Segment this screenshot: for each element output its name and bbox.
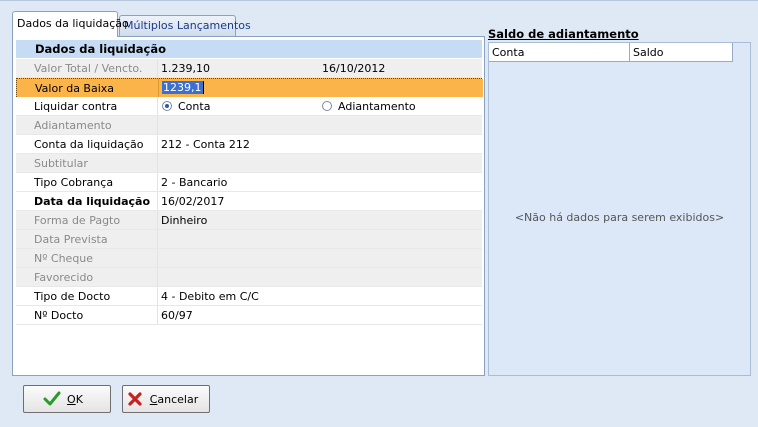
row-subtitular: Subtitular xyxy=(16,154,482,173)
field-label: Nº Docto xyxy=(34,309,84,322)
x-icon xyxy=(128,392,142,406)
row-tipo-docto[interactable]: Tipo de Docto 4 - Debito em C/C xyxy=(16,287,482,306)
valor-baixa-input[interactable]: 1239,1 xyxy=(158,79,483,97)
liquidar-contra-options: Conta Adiantamento xyxy=(157,97,482,115)
field-label: Valor da Baixa xyxy=(17,79,158,97)
radio-conta[interactable]: Conta xyxy=(162,100,210,113)
grid-header: Conta Saldo xyxy=(489,43,733,62)
vencto-date: 16/10/2012 xyxy=(322,62,386,75)
empty-message: <Não há dados para serem exibidos> xyxy=(514,211,725,224)
column-header-conta[interactable]: Conta xyxy=(489,43,630,61)
row-valor-baixa[interactable]: Valor da Baixa 1239,1 xyxy=(16,78,483,97)
tab-label: Múltiplos Lançamentos xyxy=(124,19,251,32)
conta-liquidacao-input[interactable]: 212 - Conta 212 xyxy=(157,135,482,153)
subtitular-input xyxy=(157,154,482,172)
valor-total-amount: 1.239,10 xyxy=(161,62,210,75)
tab-dados-liquidacao[interactable]: Dados da liquidação xyxy=(12,11,129,37)
tab-multiplos-lancamentos[interactable]: Múltiplos Lançamentos xyxy=(119,15,251,36)
group-header: Dados da liquidação xyxy=(16,40,482,58)
row-num-docto[interactable]: Nº Docto 60/97 xyxy=(16,306,482,325)
forma-pagto-value: Dinheiro xyxy=(157,211,482,229)
saldo-grid[interactable]: Conta Saldo <Não há dados para serem exi… xyxy=(488,42,751,376)
radio-unchecked-icon[interactable] xyxy=(322,101,332,111)
row-valor-total: Valor Total / Vencto. 1.239,10 16/10/201… xyxy=(16,59,482,78)
row-forma-pagto: Forma de Pagto Dinheiro xyxy=(16,211,482,230)
field-label: Tipo de Docto xyxy=(34,290,111,303)
ok-button-label: OK xyxy=(67,393,83,406)
tipo-cobranca-input[interactable]: 2 - Bancario xyxy=(157,173,482,191)
tab-label: Dados da liquidação xyxy=(17,17,129,30)
field-label: Data Prevista xyxy=(34,233,108,246)
ok-accel: O xyxy=(67,392,76,406)
row-conta-liquidacao[interactable]: Conta da liquidação 212 - Conta 212 xyxy=(16,135,482,154)
radio-checked-icon[interactable] xyxy=(162,101,172,111)
field-label: Data da liquidação xyxy=(34,195,151,208)
cancel-button-label: Cancelar xyxy=(150,393,199,406)
row-adiantamento: Adiantamento xyxy=(16,116,482,135)
field-label: Conta da liquidação xyxy=(34,138,144,151)
field-label: Adiantamento xyxy=(34,119,112,132)
field-label: Favorecido xyxy=(34,271,94,284)
cancel-button[interactable]: Cancelar xyxy=(122,385,210,413)
field-label: Tipo Cobrança xyxy=(34,176,114,189)
favorecido-input xyxy=(157,268,482,286)
row-num-cheque: Nº Cheque xyxy=(16,249,482,268)
valor-baixa-selected-text[interactable]: 1239,1 xyxy=(162,81,204,94)
row-favorecido: Favorecido xyxy=(16,268,482,287)
ok-label-rest: K xyxy=(75,392,83,406)
radio-label: Conta xyxy=(178,100,211,113)
data-liquidacao-input[interactable]: 16/02/2017 xyxy=(157,192,482,210)
field-label: Valor Total / Vencto. xyxy=(34,62,143,75)
row-data-liquidacao[interactable]: Data da liquidação 16/02/2017 xyxy=(16,192,482,211)
num-docto-input[interactable]: 60/97 xyxy=(157,306,482,324)
valor-total-value: 1.239,10 16/10/2012 xyxy=(157,59,482,77)
field-label: Subtitular xyxy=(34,157,88,170)
field-label: Nº Cheque xyxy=(34,252,94,265)
adiantamento-input xyxy=(157,116,482,134)
data-prevista-input xyxy=(157,230,482,248)
radio-adiantamento[interactable]: Adiantamento xyxy=(322,100,416,113)
field-label: Liquidar contra xyxy=(34,100,118,113)
tipo-docto-input[interactable]: 4 - Debito em C/C xyxy=(157,287,482,305)
num-cheque-input xyxy=(157,249,482,267)
field-label: Forma de Pagto xyxy=(34,214,121,227)
group-title: Dados da liquidação xyxy=(35,42,166,56)
ok-button[interactable]: OK xyxy=(23,385,111,413)
checkmark-icon xyxy=(43,391,61,406)
row-liquidar-contra: Liquidar contra Conta Adiantamento xyxy=(16,97,482,116)
row-tipo-cobranca[interactable]: Tipo Cobrança 2 - Bancario xyxy=(16,173,482,192)
cancel-label-rest: ancelar xyxy=(157,392,199,406)
row-data-prevista: Data Prevista xyxy=(16,230,482,249)
saldo-title: Saldo de adiantamento xyxy=(488,27,639,41)
radio-label: Adiantamento xyxy=(338,100,416,113)
column-header-saldo[interactable]: Saldo xyxy=(630,43,733,61)
